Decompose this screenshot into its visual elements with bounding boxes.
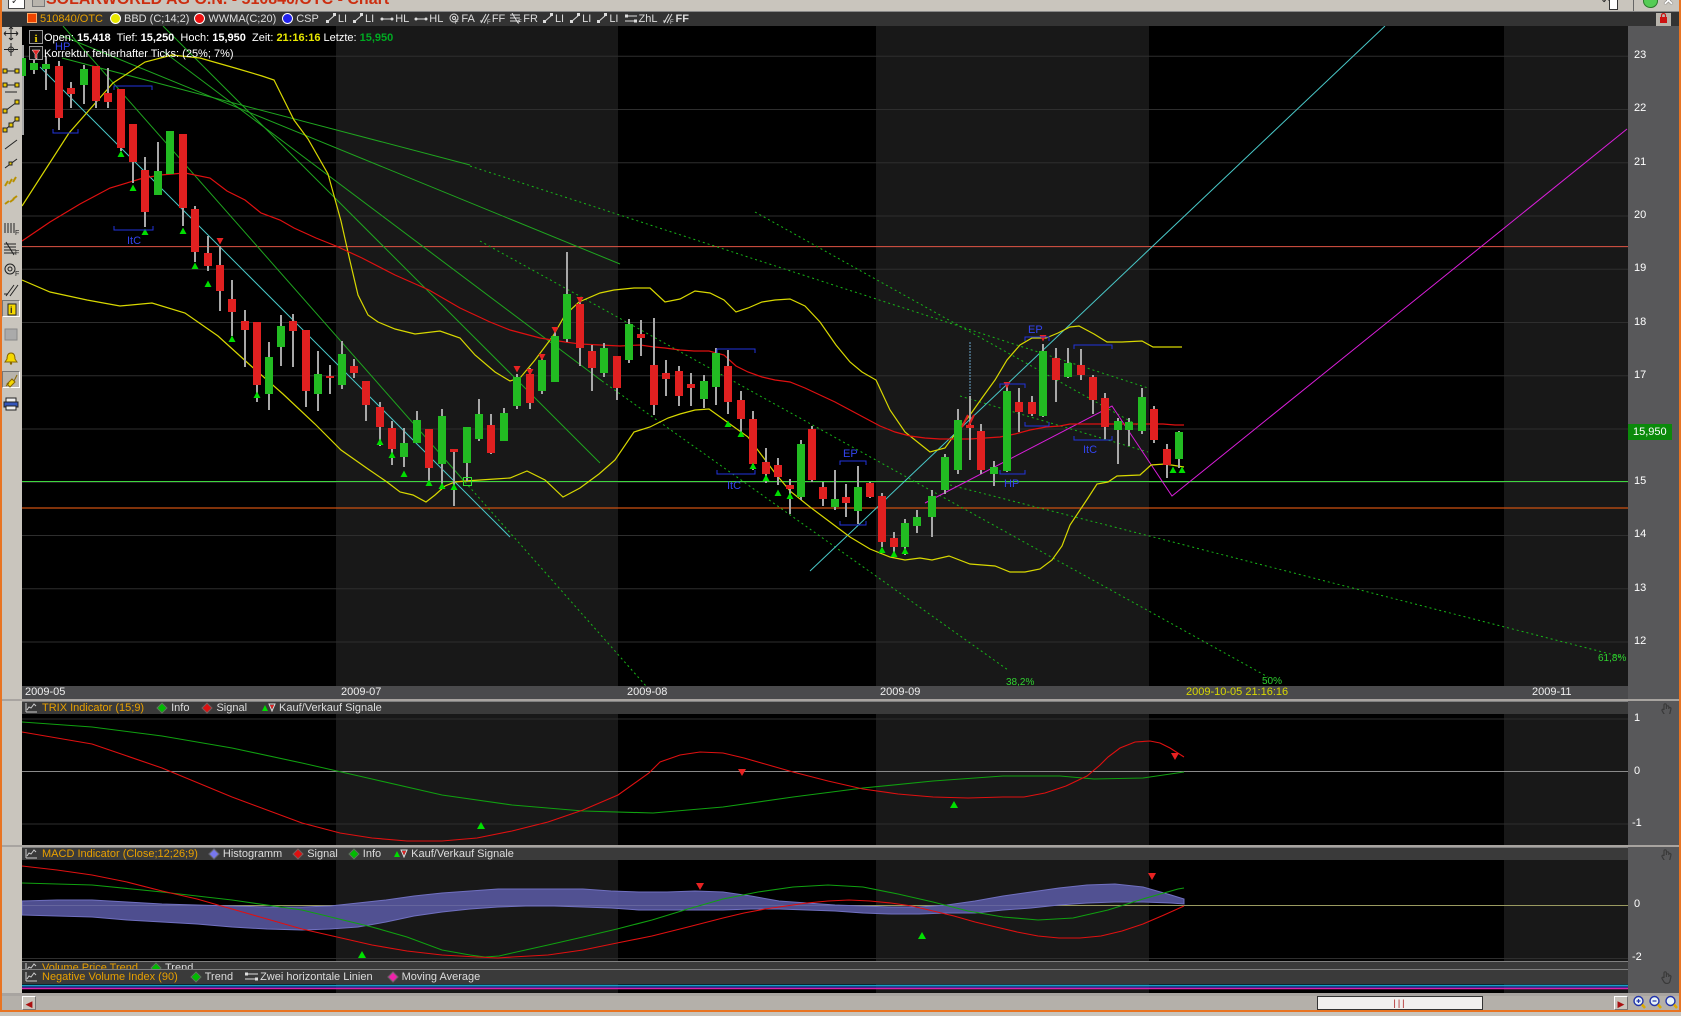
svg-text:F: F bbox=[15, 230, 19, 237]
svg-text:i: i bbox=[10, 305, 13, 315]
svg-text:ItC: ItC bbox=[1083, 444, 1097, 456]
svg-text:EP: EP bbox=[1028, 324, 1043, 336]
svg-text:EP: EP bbox=[843, 448, 858, 460]
svg-text:38,2%: 38,2% bbox=[1006, 677, 1034, 686]
svg-text:F: F bbox=[518, 20, 522, 24]
svg-text:ItC: ItC bbox=[727, 480, 741, 492]
svg-text:ItC: ItC bbox=[127, 235, 141, 247]
svg-text:F: F bbox=[670, 20, 674, 24]
svg-text:F: F bbox=[15, 250, 19, 257]
svg-text:F: F bbox=[455, 20, 459, 24]
svg-text:50%: 50% bbox=[1262, 676, 1282, 686]
svg-text:F: F bbox=[487, 20, 491, 24]
svg-text:HP: HP bbox=[1004, 478, 1019, 490]
svg-text:61,8%: 61,8% bbox=[1598, 653, 1626, 664]
svg-text:F: F bbox=[15, 271, 19, 278]
